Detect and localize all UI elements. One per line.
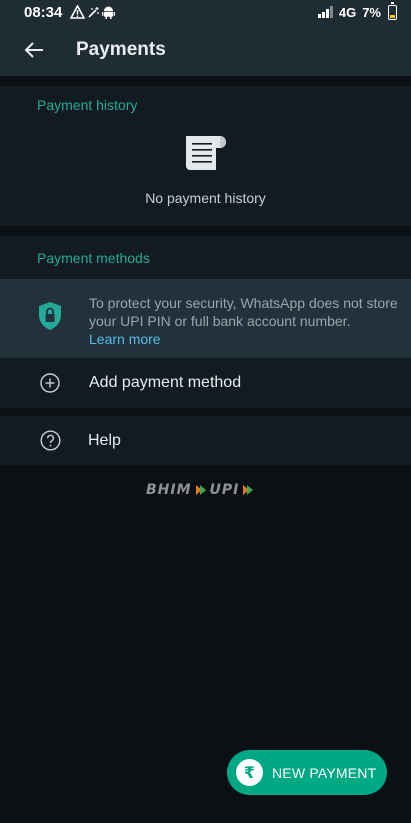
- add-payment-method-row[interactable]: Add payment method: [0, 358, 411, 408]
- status-bar: 08:34 4G 7%: [0, 0, 411, 24]
- help-label: Help: [88, 432, 121, 449]
- status-right: 4G 7%: [317, 1, 397, 20]
- page-title: Payments: [76, 39, 166, 60]
- payment-history-section: Payment history No payment history: [0, 86, 411, 226]
- status-notification-icons: [70, 5, 116, 19]
- help-row[interactable]: Help: [0, 416, 411, 465]
- battery-icon: [388, 1, 397, 20]
- payment-methods-section: Payment methods To protect your security…: [0, 236, 411, 408]
- new-payment-button[interactable]: ₹ NEW PAYMENT: [227, 750, 387, 795]
- magic-wand-icon: [88, 6, 100, 18]
- status-left: 08:34: [24, 3, 116, 21]
- back-button[interactable]: [0, 24, 68, 76]
- security-notice-body: To protect your security, WhatsApp does …: [89, 295, 398, 329]
- rupee-icon: ₹: [236, 759, 263, 786]
- payment-methods-header: Payment methods: [37, 250, 150, 266]
- bhim-wordmark: BHIM: [146, 482, 192, 498]
- warning-icon: [70, 5, 86, 19]
- learn-more-link[interactable]: Learn more: [89, 330, 399, 348]
- empty-history-text: No payment history: [145, 190, 266, 206]
- tricolor-arrow-icon: [195, 485, 206, 495]
- add-circle-icon: [40, 373, 60, 393]
- add-payment-method-label: Add payment method: [89, 374, 242, 391]
- help-icon: [40, 430, 61, 451]
- network-type: 4G: [338, 4, 357, 20]
- payment-history-header: Payment history: [37, 97, 138, 113]
- new-payment-label: NEW PAYMENT: [272, 765, 377, 781]
- bhim-upi-logo: BHIM UPI: [146, 480, 266, 500]
- android-icon: [102, 6, 116, 19]
- arrow-back-icon: [24, 42, 43, 58]
- receipt-icon: [186, 136, 226, 170]
- upi-arrow-icon: [243, 485, 254, 495]
- battery-percent: 7%: [362, 4, 381, 20]
- status-time: 08:34: [24, 3, 63, 21]
- signal-icon: [317, 6, 333, 18]
- app-bar: Payments: [0, 24, 411, 76]
- security-notice: To protect your security, WhatsApp does …: [0, 279, 411, 358]
- security-notice-text: To protect your security, WhatsApp does …: [89, 294, 399, 348]
- shield-lock-icon: [39, 302, 61, 330]
- upi-wordmark: UPI: [209, 482, 240, 498]
